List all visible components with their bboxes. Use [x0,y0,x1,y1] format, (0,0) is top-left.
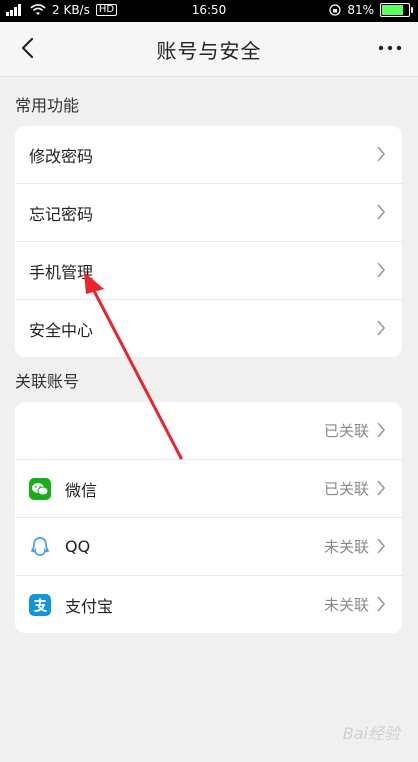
row-forgot-password[interactable]: 忘记密码 [15,184,402,242]
chevron-right-icon [377,480,386,496]
row-label: 安全中心 [29,320,94,340]
watermark: Bai经验 [342,724,400,743]
row-security-center[interactable]: 安全中心 [15,300,402,357]
status-bar: 2 KB/s HD 16:50 81% [0,0,418,22]
header: 账号与安全 [0,22,418,77]
chevron-right-icon [377,204,386,220]
battery-percent: 81% [347,3,374,17]
row-qq[interactable]: QQ 未关联 [15,518,402,576]
chevron-right-icon [377,596,386,612]
row-alipay[interactable]: 支付宝 未关联 [15,576,402,633]
qq-icon [29,535,51,558]
section-label-linked: 关联账号 [15,372,80,391]
battery-fill [382,5,403,15]
row-wechat[interactable]: 微信 已关联 [15,460,402,518]
wechat-icon [29,477,51,500]
chevron-right-icon [377,262,386,278]
row-label: 修改密码 [29,146,94,166]
row-label: 手机管理 [29,262,94,282]
link-status: 未关联 [323,538,369,556]
row-label: QQ [65,537,91,556]
common-functions-card: 修改密码 忘记密码 手机管理 安全中心 [15,126,402,357]
chevron-right-icon [377,538,386,554]
battery-icon [380,3,413,17]
linked-accounts-card: 已关联 微信 已关联 QQ 未关联 支付宝 未关联 [15,402,402,633]
row-label: 微信 [65,480,98,500]
chevron-right-icon [377,422,386,438]
alipay-icon [29,593,51,616]
section-label-common: 常用功能 [15,96,80,115]
row-label: 支付宝 [65,596,114,616]
row-phone-management[interactable]: 手机管理 [15,242,402,300]
chevron-right-icon [377,320,386,336]
status-right: 81% [329,3,413,17]
page-title: 账号与安全 [156,39,262,63]
link-status: 未关联 [323,596,369,614]
link-status: 已关联 [323,422,369,440]
row-label: 忘记密码 [29,204,94,224]
link-status: 已关联 [323,480,369,498]
more-horizontal-icon[interactable] [376,36,404,60]
row-linked-account[interactable]: 已关联 [15,402,402,460]
chevron-right-icon [377,146,386,162]
row-change-password[interactable]: 修改密码 [15,126,402,184]
lock-rotation-icon [329,4,341,16]
